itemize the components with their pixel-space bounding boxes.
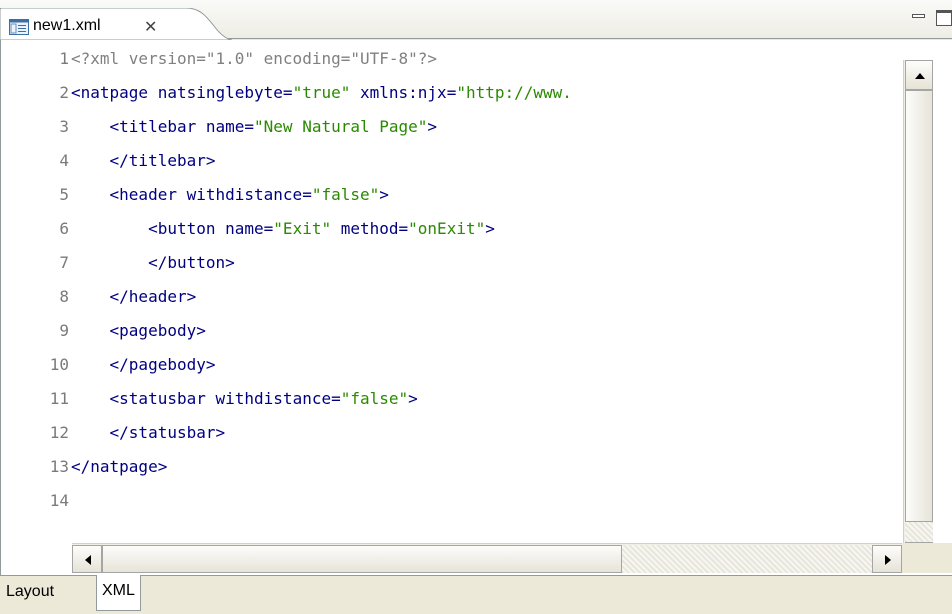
- line-number: 1: [59, 49, 69, 68]
- code-token: <natpage: [71, 83, 158, 102]
- code-token: >: [379, 185, 389, 204]
- line-number: 8: [59, 287, 69, 306]
- code-token: >: [485, 219, 495, 238]
- xml-editor-window: new1.xml ✕ 1 <?xml version="1.0" encoding…: [0, 0, 952, 614]
- line-text: <pagebody>: [71, 314, 206, 348]
- line-number: 11: [49, 389, 69, 408]
- tab-layout[interactable]: Layout: [0, 576, 60, 610]
- scroll-right-button[interactable]: [872, 545, 902, 573]
- arrow-right-icon: [885, 555, 891, 565]
- line-text: <natpage natsinglebyte="true" xmlns:njx=…: [71, 76, 572, 110]
- line-number: 6: [59, 219, 69, 238]
- line-number: 9: [59, 321, 69, 340]
- editor-tab-new1-xml[interactable]: new1.xml ✕: [0, 8, 232, 40]
- xml-source-editor[interactable]: 1 <?xml version="1.0" encoding="UTF-8"?> 2…: [0, 40, 952, 575]
- scroll-up-button[interactable]: [905, 60, 933, 90]
- code-token: </titlebar>: [109, 151, 216, 170]
- line-number: 7: [59, 253, 69, 272]
- maximize-icon[interactable]: [934, 8, 952, 26]
- arrow-up-icon: [915, 73, 925, 79]
- line-text: <button name="Exit" method="onExit">: [71, 212, 495, 246]
- line-text: </pagebody>: [71, 348, 216, 382]
- scrollbar-corner: [902, 543, 952, 573]
- code-token: "false": [311, 185, 380, 204]
- code-token: <pagebody>: [109, 321, 206, 340]
- code-token: </header>: [109, 287, 197, 306]
- line-text: <statusbar withdistance="false">: [71, 382, 418, 416]
- horizontal-scroll-thumb[interactable]: [102, 545, 622, 573]
- code-token: >: [408, 389, 418, 408]
- code-token: <statusbar: [109, 389, 216, 408]
- close-icon[interactable]: ✕: [144, 17, 157, 36]
- scroll-left-button[interactable]: [72, 545, 102, 573]
- line-text: </header>: [71, 280, 197, 314]
- horizontal-scrollbar[interactable]: [72, 543, 902, 573]
- code-token: withdistance=: [215, 389, 341, 408]
- code-token: <button: [148, 219, 226, 238]
- line-text: </button>: [71, 246, 235, 280]
- line-text: <header withdistance="false">: [71, 178, 389, 212]
- line-text: </statusbar>: [71, 416, 226, 450]
- code-token: natsinglebyte=: [157, 83, 293, 102]
- code-token: >: [427, 117, 438, 136]
- code-token: withdistance=: [186, 185, 312, 204]
- line-text: </titlebar>: [71, 144, 216, 178]
- vertical-scrollbar[interactable]: [903, 60, 933, 572]
- line-number: 5: [59, 185, 69, 204]
- code-token: "false": [340, 389, 409, 408]
- tab-xml[interactable]: XML: [96, 575, 141, 611]
- line-text: </natpage>: [71, 450, 167, 484]
- vertical-scroll-track[interactable]: [905, 522, 933, 542]
- arrow-left-icon: [85, 555, 91, 565]
- line-number: 14: [49, 491, 69, 510]
- horizontal-scroll-track[interactable]: [622, 545, 872, 573]
- xml-file-icon: [9, 19, 29, 35]
- line-number: 2: [59, 83, 69, 102]
- code-token: <?xml version="1.0" encoding="UTF-8"?>: [71, 49, 438, 68]
- line-number: 13: [49, 457, 69, 476]
- line-number: 10: [49, 355, 69, 374]
- line-number: 12: [49, 423, 69, 442]
- editor-page-tabs: Layout XML: [0, 575, 952, 614]
- line-text: <titlebar name="New Natural Page">: [71, 110, 438, 144]
- editor-left-margin: [1, 40, 39, 575]
- code-token: name=: [225, 219, 274, 238]
- code-token: name=: [205, 117, 255, 136]
- code-token: xmlns:njx=: [350, 83, 457, 102]
- code-token: "true": [292, 83, 351, 102]
- code-token: "onExit": [408, 219, 486, 238]
- line-number: 3: [59, 117, 69, 136]
- line-number: 4: [59, 151, 69, 170]
- code-text-area[interactable]: 1 <?xml version="1.0" encoding="UTF-8"?> 2…: [39, 40, 903, 572]
- code-token: <header: [109, 185, 187, 204]
- vertical-scroll-thumb[interactable]: [905, 90, 933, 522]
- code-token: </button>: [148, 253, 235, 272]
- code-token: "Exit": [273, 219, 332, 238]
- code-token: <titlebar: [109, 117, 206, 136]
- tab-title: new1.xml: [33, 17, 101, 34]
- code-token: </natpage>: [71, 457, 168, 476]
- code-token: method=: [331, 219, 409, 238]
- code-token: </pagebody>: [109, 355, 216, 374]
- code-token: "http://www.: [456, 83, 572, 102]
- code-token: </statusbar>: [109, 423, 226, 442]
- editor-tab-strip: new1.xml ✕: [0, 0, 952, 40]
- code-token: "New Natural Page": [254, 117, 428, 136]
- line-text: <?xml version="1.0" encoding="UTF-8"?>: [71, 42, 437, 76]
- minimize-icon[interactable]: [910, 10, 926, 22]
